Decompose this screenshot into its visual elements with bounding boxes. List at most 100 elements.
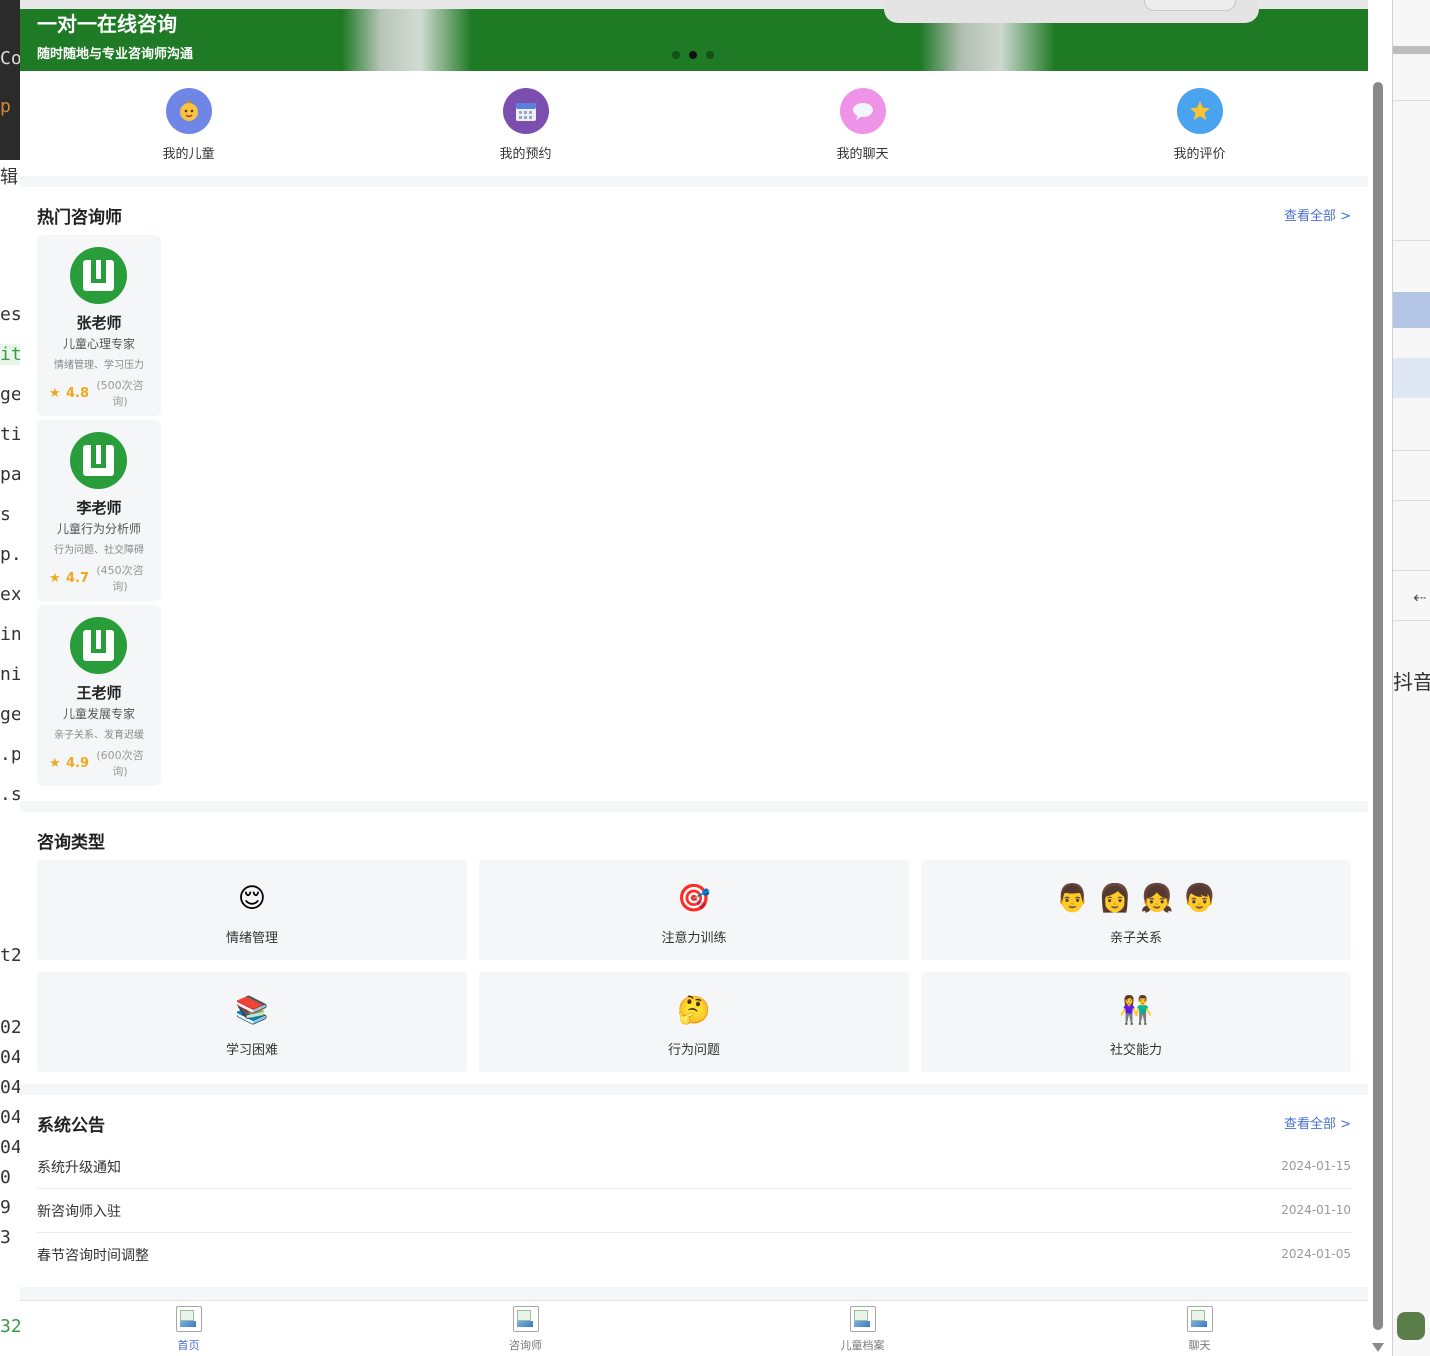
tab-label: 首页	[177, 1339, 200, 1352]
background-divider	[1393, 500, 1430, 501]
consult-type-parenting[interactable]: 👨 👩 👧 👦 亲子关系	[921, 860, 1351, 960]
avatar	[70, 247, 127, 304]
background-text: ite	[0, 344, 20, 365]
background-window-fragment: ⇠ 抖音	[1392, 0, 1430, 1356]
notice-item[interactable]: 系统升级通知 2024-01-15	[37, 1144, 1351, 1189]
background-text: ge	[0, 704, 21, 725]
broken-image-icon	[849, 1306, 876, 1332]
scrollbar-thumb[interactable]	[1373, 82, 1383, 1330]
counselor-consult-count: (500次咨询)	[96, 379, 144, 408]
consult-type-label: 注意力训练	[661, 931, 727, 946]
background-text: 3	[0, 1227, 11, 1248]
notice-date: 2024-01-10	[1281, 1203, 1351, 1217]
banner-overlay-pill-inner	[1144, 0, 1236, 11]
carousel-dot-active[interactable]	[689, 51, 697, 59]
counselor-name: 张老师	[76, 314, 122, 332]
counselor-name: 李老师	[76, 499, 122, 517]
background-text: t2	[0, 945, 21, 966]
background-app-icon	[1397, 1312, 1425, 1340]
target-icon: 🎯	[677, 883, 711, 914]
consult-type-attention[interactable]: 🎯 注意力训练	[479, 860, 909, 960]
background-text: 辑	[0, 167, 18, 188]
counselor-card[interactable]: 李老师 儿童行为分析师 行为问题、社交障碍 ★ 4.7 (450次咨询)	[37, 420, 161, 601]
background-text: 04	[0, 1077, 21, 1098]
rating-star-icon: ★	[49, 756, 61, 771]
background-divider	[1393, 570, 1430, 571]
rating-star-icon: ★	[49, 571, 61, 586]
counselor-card[interactable]: 张老师 儿童心理专家 情绪管理、学习压力 ★ 4.8 (500次咨询)	[37, 235, 161, 416]
share-icon: ⇠	[1413, 588, 1427, 607]
tab-label: 儿童档案	[840, 1339, 885, 1352]
consult-type-behavior[interactable]: 🤔 行为问题	[479, 972, 909, 1072]
section-title: 咨询类型	[37, 833, 105, 853]
counselor-rating: 4.8	[66, 386, 90, 401]
tab-label: 聊天	[1188, 1339, 1211, 1352]
view-all-notices-link[interactable]: 查看全部 >	[1284, 1113, 1351, 1132]
tab-counselors[interactable]: 咨询师	[357, 1301, 694, 1356]
counselor-consult-count: (600次咨询)	[96, 749, 144, 778]
background-text: 04	[0, 1137, 21, 1158]
broken-image-icon	[1186, 1306, 1213, 1332]
counselor-consult-count: (450次咨询)	[96, 564, 144, 593]
consult-type-learning[interactable]: 📚 学习困难	[37, 972, 467, 1072]
quick-action-my-chats[interactable]: 我的聊天	[694, 71, 1031, 176]
background-divider	[1393, 240, 1430, 241]
consult-type-social[interactable]: 👫 社交能力	[921, 972, 1351, 1072]
banner-carousel[interactable]: 一对一在线咨询 随时随地与专业咨询师沟通	[20, 0, 1368, 71]
consult-type-emotion[interactable]: 😌 情绪管理	[37, 860, 467, 960]
banner-subtitle: 随时随地与专业咨询师沟通	[37, 47, 194, 62]
background-selected-row	[1393, 292, 1430, 328]
bottom-tab-bar: 首页 咨询师 儿童档案 聊天	[20, 1300, 1368, 1356]
counselor-name: 王老师	[76, 684, 122, 702]
calendar-icon	[502, 88, 549, 134]
background-text: es	[0, 304, 21, 325]
avatar	[70, 432, 127, 489]
consult-type-label: 情绪管理	[225, 931, 278, 946]
tab-chat[interactable]: 聊天	[1031, 1301, 1368, 1356]
quick-action-my-children[interactable]: 我的儿童	[20, 71, 357, 176]
avatar	[70, 617, 127, 674]
broken-image-icon	[512, 1306, 539, 1332]
carousel-dot[interactable]	[706, 51, 714, 59]
notice-item[interactable]: 春节咨询时间调整 2024-01-05	[37, 1232, 1351, 1276]
tab-home[interactable]: 首页	[20, 1301, 357, 1356]
hot-counselors-section: 热门咨询师 查看全部 > 张老师 儿童心理专家 情绪管理、学习压力 ★ 4.8 …	[20, 187, 1368, 801]
vertical-scrollbar[interactable]	[1370, 70, 1386, 1356]
consult-type-label: 亲子关系	[1109, 931, 1162, 946]
background-text: 9	[0, 1197, 11, 1218]
view-all-counselors-link[interactable]: 查看全部 >	[1284, 205, 1351, 224]
notice-item[interactable]: 新咨询师入驻 2024-01-10	[37, 1188, 1351, 1233]
counselor-tags: 情绪管理、学习压力	[54, 360, 144, 371]
background-text: 抖音	[1393, 670, 1430, 694]
star-icon	[1176, 88, 1223, 134]
carousel-dot[interactable]	[672, 51, 680, 59]
consult-type-label: 行为问题	[667, 1043, 720, 1058]
background-divider	[1393, 620, 1430, 621]
quick-action-my-appointments[interactable]: 我的预约	[357, 71, 694, 176]
background-hover-row	[1393, 358, 1430, 398]
consult-type-label: 学习困难	[225, 1043, 278, 1058]
relieved-face-icon: 😌	[237, 883, 267, 914]
notice-title: 春节咨询时间调整	[37, 1248, 149, 1264]
background-text: .sc	[0, 784, 21, 805]
thinking-face-icon: 🤔	[677, 995, 711, 1026]
background-text: p.v	[0, 544, 21, 565]
background-text: 02	[0, 1017, 21, 1038]
notice-title: 新咨询师入驻	[37, 1204, 121, 1220]
background-dark-panel	[0, 0, 20, 160]
background-text: in	[0, 624, 21, 645]
background-text: 32	[0, 1316, 21, 1337]
background-text: p	[0, 96, 11, 117]
counselor-title: 儿童行为分析师	[56, 522, 141, 536]
quick-action-my-reviews[interactable]: 我的评价	[1031, 71, 1368, 176]
scroll-down-arrow-icon[interactable]	[1372, 1343, 1384, 1352]
quick-actions: 我的儿童 我的预约 我的聊天 我的评价	[20, 71, 1368, 176]
tab-child-records[interactable]: 儿童档案	[694, 1301, 1031, 1356]
counselor-title: 儿童发展专家	[62, 707, 135, 721]
speech-bubble-icon	[839, 88, 886, 134]
background-text: s	[0, 504, 11, 525]
background-text: ni	[0, 664, 21, 685]
counselor-card[interactable]: 王老师 儿童发展专家 亲子关系、发育迟缓 ★ 4.9 (600次咨询)	[37, 605, 161, 786]
quick-action-label: 我的评价	[1173, 147, 1226, 162]
people-holding-hands-icon: 👫	[1119, 995, 1153, 1026]
